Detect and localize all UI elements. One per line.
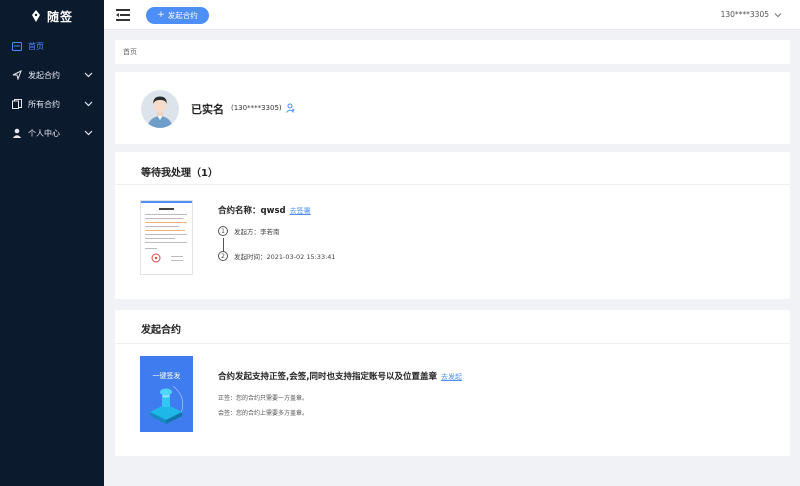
single-sign-note: 正签：您的合约只需要一方盖章。: [218, 395, 309, 402]
divider: [115, 184, 790, 185]
contract-name-row: 合约名称：qwsd 去签署: [218, 204, 311, 216]
verification-status: 已实名: [191, 103, 224, 116]
send-arrow-icon: [12, 70, 22, 80]
sign-link[interactable]: 去签署: [290, 207, 311, 215]
breadcrumb-item-home[interactable]: 首页: [123, 47, 137, 57]
step-number: 2: [218, 251, 228, 261]
step-text: 发起方：李若南: [234, 228, 280, 236]
sidebar-item-home[interactable]: 首页: [0, 32, 104, 60]
sidebar-item-personal-center[interactable]: 个人中心: [0, 119, 104, 147]
app-name: 随签: [46, 9, 73, 24]
sidebar-item-label: 个人中心: [28, 128, 60, 138]
app-logo[interactable]: 随签: [0, 0, 104, 32]
launch-contract-card: 发起合约 一键签发 合约发起支持正签,会签,同时也支持指定账号以及位置盖章 去发起…: [115, 310, 790, 456]
profile-card: 已实名 (130****3305): [115, 72, 790, 144]
contract-name: qwsd: [260, 206, 286, 216]
step-number: 1: [218, 226, 228, 236]
sidebar-item-all-contracts[interactable]: 所有合约: [0, 90, 104, 118]
breadcrumb: 首页: [115, 40, 790, 64]
pen-nib-icon: [31, 10, 40, 22]
contract-thumbnail[interactable]: [140, 200, 193, 275]
launch-contract-button[interactable]: + 发起合约: [146, 7, 209, 24]
launch-contract-label: 发起合约: [167, 11, 198, 20]
divider: [115, 343, 790, 344]
sidebar-item-label: 首页: [28, 41, 44, 51]
profile-phone: (130****3305): [231, 104, 282, 112]
home-card-icon: [12, 41, 22, 51]
pending-card: 等待我处理（1） 合约名称：qwsd 去签署 1 发起方：李若南 2 发起时间：…: [115, 152, 790, 299]
sidebar-item-launch-contract[interactable]: 发起合约: [0, 61, 104, 89]
user-icon: [12, 128, 22, 138]
pending-title: 等待我处理（1）: [141, 168, 218, 179]
stamp-illustration-icon: [150, 385, 184, 424]
chevron-down-icon: [84, 72, 93, 78]
launch-title: 发起合约: [141, 325, 181, 336]
chevron-down-icon: [84, 101, 93, 107]
top-bar: + 发起合约 130****3305: [104, 0, 800, 30]
step-connector: [223, 238, 224, 252]
hamburger-icon[interactable]: [116, 9, 130, 21]
step-time: 2 发起时间：2021-03-02 15:33:41: [218, 251, 336, 261]
one-click-sign-banner[interactable]: 一键签发: [140, 356, 193, 432]
launch-support-label: 合约发起支持正签,会签,同时也支持指定账号以及位置盖章: [218, 372, 437, 382]
step-initiator: 1 发起方：李若南: [218, 226, 280, 236]
person-settings-icon[interactable]: [286, 103, 295, 113]
launch-support-text: 合约发起支持正签,会签,同时也支持指定账号以及位置盖章 去发起: [218, 370, 462, 382]
documents-icon: [12, 99, 22, 109]
account-menu[interactable]: 130****3305: [721, 10, 782, 19]
chevron-down-icon: [84, 130, 93, 136]
plus-icon: +: [157, 10, 165, 20]
sidebar: 随签 首页 发起合约 所有合约 个人中心: [0, 0, 104, 486]
chevron-down-icon: [774, 12, 782, 17]
avatar: [141, 90, 179, 128]
sidebar-item-label: 发起合约: [28, 70, 60, 80]
launch-link[interactable]: 去发起: [441, 373, 462, 381]
step-text: 发起时间：2021-03-02 15:33:41: [234, 253, 336, 261]
sidebar-item-label: 所有合约: [28, 99, 60, 109]
account-phone: 130****3305: [720, 10, 769, 19]
counter-sign-note: 会签：您的合约上需要多方盖章。: [218, 410, 309, 417]
contract-name-label: 合约名称：: [218, 206, 261, 216]
